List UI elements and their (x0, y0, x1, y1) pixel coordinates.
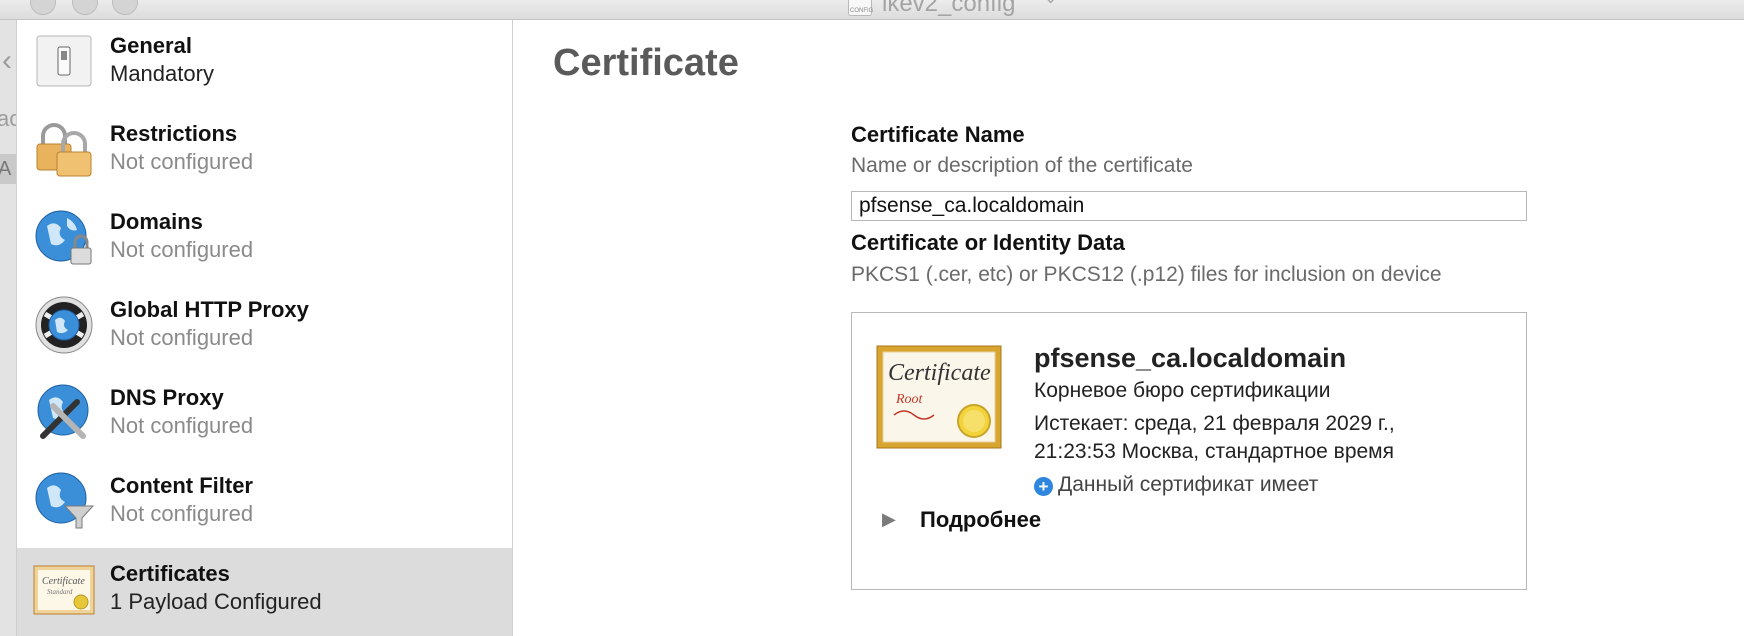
sidebar-item-title: Global HTTP Proxy (110, 297, 309, 322)
close-window-button[interactable] (30, 0, 56, 15)
sidebar-item-status: Not configured (110, 237, 254, 262)
globe-filter-icon (35, 472, 95, 529)
certificate-editor: Certificate Certificate Name Name or des… (513, 20, 1744, 636)
back-chevron-icon[interactable]: ‹ (2, 46, 12, 76)
globe-lock-icon (35, 210, 92, 265)
sidebar-item-title: Content Filter (110, 473, 253, 498)
certificate-name-help: Name or description of the certificate (851, 154, 1193, 177)
sidebar-item-certificates[interactable]: Certificate Standard Certificates 1 Payl… (17, 548, 512, 636)
sidebar-item-title: DNS Proxy (110, 385, 224, 410)
globe-proxy-icon (35, 296, 93, 354)
page-title: Certificate (553, 42, 739, 84)
sidebar-item-title: General (110, 33, 192, 58)
background-text: ac (0, 106, 16, 132)
globe-tools-icon (37, 384, 89, 439)
window-title[interactable]: ikev2_config (882, 0, 1015, 18)
sidebar-item-restrictions[interactable]: Restrictions Not configured (17, 108, 512, 196)
window-title-bar: CONFIG ikev2_config ⌄ (0, 0, 1744, 20)
certificate-expiry: Истекает: среда, 21 февраля 2029 г., 21:… (1034, 410, 1504, 466)
sidebar-item-dns-proxy[interactable]: DNS Proxy Not configured (17, 372, 512, 460)
config-document-icon: CONFIG (848, 0, 873, 16)
certificate-data-help: PKCS1 (.cer, etc) or PKCS12 (.p12) files… (851, 263, 1442, 286)
padlocks-icon (36, 123, 92, 177)
disclosure-triangle-icon[interactable]: ▶ (882, 509, 896, 530)
details-toggle[interactable]: Подробнее (920, 507, 1041, 533)
sidebar-item-global-http-proxy[interactable]: Global HTTP Proxy Not configured (17, 284, 512, 372)
payload-sidebar: General Mandatory Restrictions Not confi… (17, 20, 513, 636)
certificate-type: Корневое бюро сертификации (1034, 379, 1331, 402)
certificate-name-label: Certificate Name (851, 122, 1025, 147)
certificate-expiry-line-2: 21:23:53 Москва, стандартное время (1034, 440, 1394, 463)
certificate-drop-area[interactable]: Certificate Root pfsense_ca.localdomain … (851, 312, 1527, 590)
sidebar-item-status: Not configured (110, 325, 254, 350)
zoom-window-button[interactable] (112, 0, 138, 15)
sidebar-item-title: Restrictions (110, 121, 238, 146)
certificate-thumb-title: Certificate (888, 360, 991, 386)
background-window-edge: ‹ ac A (0, 20, 17, 636)
svg-text:Certificate: Certificate (42, 576, 85, 587)
certificate-name-input[interactable] (851, 191, 1527, 221)
certificate-name: pfsense_ca.localdomain (1034, 343, 1347, 373)
sidebar-item-domains[interactable]: Domains Not configured (17, 196, 512, 284)
plus-circle-icon: + (1034, 477, 1053, 496)
certificate-expiry-line-1: Истекает: среда, 21 февраля 2029 г., (1034, 412, 1395, 435)
chevron-down-icon[interactable]: ⌄ (1044, 0, 1057, 8)
switch-icon (36, 35, 92, 87)
sidebar-item-status: Not configured (110, 149, 254, 174)
sidebar-item-status: Not configured (110, 501, 254, 526)
sidebar-item-status: 1 Payload Configured (110, 589, 322, 614)
sidebar-item-title: Certificates (110, 561, 230, 586)
sidebar-item-content-filter[interactable]: Content Filter Not configured (17, 460, 512, 548)
minimize-window-button[interactable] (72, 0, 98, 15)
background-field: A (0, 154, 16, 184)
sidebar-item-status: Mandatory (110, 61, 214, 86)
sidebar-item-title: Domains (110, 209, 203, 234)
certificate-thumb-subtitle: Root (895, 392, 924, 407)
sidebar-item-general[interactable]: General Mandatory (17, 20, 512, 108)
sidebar-item-status: Not configured (110, 413, 254, 438)
certificate-root-icon: Certificate Root (876, 345, 1002, 449)
svg-text:Standard: Standard (47, 588, 73, 596)
certificate-trust-status: Данный сертификат имеет (1058, 473, 1319, 496)
certificate-icon: Certificate Standard (33, 565, 95, 615)
certificate-data-label: Certificate or Identity Data (851, 230, 1125, 255)
